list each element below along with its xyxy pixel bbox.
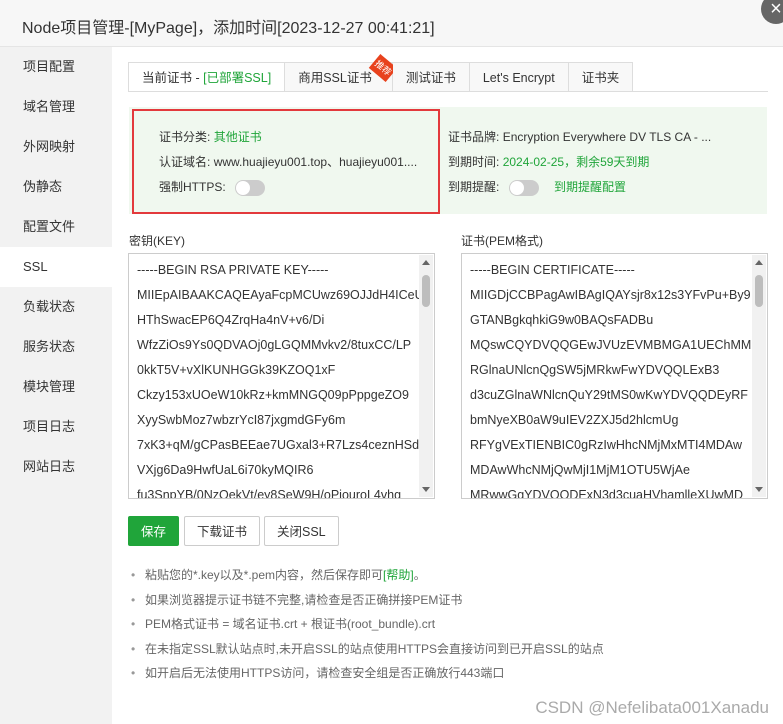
key-line: 7xK3+qM/gCPasBEEae7UGxal3+R7Lzs4ceznHSd: [137, 438, 420, 452]
sidebar-item-modules[interactable]: 模块管理: [0, 367, 112, 407]
cert-brand-row: 证书品牌: Encryption Everywhere DV TLS CA - …: [448, 129, 711, 145]
key-scrollbar[interactable]: [419, 255, 433, 497]
scroll-up-icon[interactable]: [755, 260, 763, 265]
pem-scrollbar[interactable]: [752, 255, 766, 497]
pem-content: -----BEGIN CERTIFICATE----- MIIGDjCCBPag…: [470, 258, 752, 499]
tab-cert-folder[interactable]: 证书夹: [568, 62, 634, 92]
pem-line: RGlnaUNlcnQgSW5jMRkwFwYDVQQLExB3: [470, 363, 720, 377]
domain-value: www.huajieyu001.top、huajieyu001....: [213, 155, 418, 169]
ssl-tabs: 当前证书 - [已部署SSL] 商用SSL证书 推荐 测试证书 Let's En…: [128, 54, 634, 92]
pem-line: MDAwWhcNMjQwMjI1MjM1OTU5WjAe: [470, 463, 690, 477]
sidebar-item-domain[interactable]: 域名管理: [0, 87, 112, 127]
brand-value: Encryption Everywhere DV TLS CA - ...: [502, 130, 712, 144]
pem-line: MRwwGgYDVQQDExN3d3cuaHVhamlleXUwMD: [470, 488, 743, 499]
tab-current-cert[interactable]: 当前证书 - [已部署SSL]: [128, 62, 286, 92]
key-line: 0kkT5V+vXlKUNHGGk39KZOQ1xF: [137, 363, 336, 377]
pem-line: RFYgVExTIENBIC0gRzIwHhcNMjMxMTI4MDAw: [470, 438, 743, 452]
sidebar-item-site-log[interactable]: 网站日志: [0, 447, 112, 487]
pem-line: MQswCQYDVQQGEwJVUzEVMBMGA1UEChMM: [470, 338, 752, 352]
remind-config-link[interactable]: 到期提醒配置: [554, 180, 626, 194]
key-label: 密钥(KEY): [129, 234, 186, 248]
tab-label: 商用SSL证书: [298, 71, 372, 85]
tip-text: 粘贴您的*.key以及*.pem内容，然后保存即可: [145, 568, 384, 582]
close-ssl-button[interactable]: 关闭SSL: [264, 516, 339, 546]
save-button[interactable]: 保存: [128, 516, 180, 546]
sidebar-item-load-status[interactable]: 负载状态: [0, 287, 112, 327]
key-line: XyySwbMoz7wbzrYcI87jxgmdGFy6m: [137, 413, 346, 427]
remind-label: 到期提醒:: [448, 180, 500, 194]
tip-item: 粘贴您的*.key以及*.pem内容，然后保存即可[帮助]。: [130, 563, 604, 588]
key-line: -----BEGIN RSA PRIVATE KEY-----: [137, 263, 329, 277]
key-content: -----BEGIN RSA PRIVATE KEY----- MIIEpAIB…: [137, 258, 424, 499]
key-line: WfzZiOs9Ys0QDVAOj0gLGQMMvkv2/8tuxCC/LP: [137, 338, 412, 352]
cert-category-row: 证书分类: 其他证书: [159, 129, 262, 145]
domain-label: 认证域名:: [159, 155, 211, 169]
pem-line: -----BEGIN CERTIFICATE-----: [470, 263, 635, 277]
tip-item: PEM格式证书 = 域名证书.crt + 根证书(root_bundle).cr…: [130, 612, 604, 637]
sidebar-item-ssl[interactable]: SSL: [0, 247, 112, 287]
tab-commercial-ssl[interactable]: 商用SSL证书 推荐: [285, 54, 398, 92]
pem-line: bmNyeXB0aW9uIEV2ZXJ5d2hlcmUg: [470, 413, 679, 427]
help-link[interactable]: [帮助]: [383, 568, 414, 582]
deployed-status: [已部署SSL]: [203, 71, 272, 85]
scroll-thumb[interactable]: [755, 275, 763, 307]
tab-test-cert[interactable]: 测试证书: [392, 62, 470, 92]
tab-lets-encrypt[interactable]: Let's Encrypt: [469, 62, 569, 92]
tip-item: 在未指定SSL默认站点时,未开启SSL的站点使用HTTPS会直接访问到已开启SS…: [130, 637, 604, 662]
sidebar-item-config-file[interactable]: 配置文件: [0, 207, 112, 247]
tip-item: 如果浏览器提示证书链不完整,请检查是否正确拼接PEM证书: [130, 588, 604, 613]
key-line: VXjg6Da9HwfUaL6i70kyMQIR6: [137, 463, 314, 477]
download-cert-button[interactable]: 下载证书: [184, 516, 261, 546]
tip-item: 如开启后无法使用HTTPS访问，请检查安全组是否正确放行443端口: [130, 661, 604, 686]
tab-label: 当前证书 -: [142, 71, 204, 85]
category-value: 其他证书: [213, 130, 262, 144]
force-https-toggle[interactable]: [235, 179, 266, 196]
cert-domain-row: 认证域名: www.huajieyu001.top、huajieyu001...…: [159, 154, 417, 170]
key-line: Ckzy153xUOeW10kRz+kmMNGQ09pPppgeZO9: [137, 388, 409, 402]
key-line: fu3SnpYB/0NzQekVt/ey8SeW9H/oPiouroL4vhg: [137, 488, 402, 499]
category-label: 证书分类:: [159, 130, 211, 144]
title-bar: Node项目管理-[MyPage]，添加时间[2023-12-27 00:41:…: [0, 0, 783, 47]
tip-tail: 。: [413, 568, 426, 582]
scroll-down-icon[interactable]: [755, 487, 763, 492]
sidebar-item-service-status[interactable]: 服务状态: [0, 327, 112, 367]
pem-textarea[interactable]: -----BEGIN CERTIFICATE----- MIIGDjCCBPag…: [461, 253, 768, 499]
https-label: 强制HTTPS:: [159, 180, 226, 194]
sidebar-item-rewrite[interactable]: 伪静态: [0, 167, 112, 207]
tips-list: 粘贴您的*.key以及*.pem内容，然后保存即可[帮助]。 如果浏览器提示证书…: [130, 563, 604, 686]
sidebar-item-project-log[interactable]: 项目日志: [0, 407, 112, 447]
pem-line: MIIGDjCCBPagAwIBAgIQAYsjr8x12s3YFvPu+By9: [470, 288, 751, 302]
expire-row: 到期时间: 2024-02-25，剩余59天到期: [448, 154, 649, 170]
tab-divider: [128, 91, 768, 92]
expire-remind-row: 到期提醒: 到期提醒配置: [448, 179, 626, 196]
expire-label: 到期时间:: [448, 155, 500, 169]
key-textarea[interactable]: -----BEGIN RSA PRIVATE KEY----- MIIEpAIB…: [128, 253, 435, 499]
sidebar-item-external-mapping[interactable]: 外网映射: [0, 127, 112, 167]
key-line: HThSwacEP6Q4ZrqHa4nV+v6/Di: [137, 313, 325, 327]
expire-remind-toggle[interactable]: [508, 179, 539, 196]
pem-label: 证书(PEM格式): [461, 234, 543, 248]
close-icon[interactable]: ×: [761, 0, 783, 24]
watermark: CSDN @Nefelibata001Xanadu: [535, 698, 769, 717]
scroll-thumb[interactable]: [422, 275, 430, 307]
pem-line: GTANBgkqhkiG9w0BAQsFADBu: [470, 313, 654, 327]
force-https-row: 强制HTTPS:: [159, 179, 266, 196]
key-line: MIIEpAIBAAKCAQEAyaFcpMCUwz69OJJdH4ICeU: [137, 288, 424, 302]
sidebar: 项目配置 域名管理 外网映射 伪静态 配置文件 SSL 负载状态 服务状态 模块…: [0, 47, 112, 724]
brand-label: 证书品牌:: [448, 130, 500, 144]
expire-value: 2024-02-25，剩余59天到期: [502, 155, 650, 169]
scroll-up-icon[interactable]: [422, 260, 430, 265]
pem-line: d3cuZGlnaWNlcnQuY29tMS0wKwYDVQQDEyRF: [470, 388, 748, 402]
sidebar-item-project-config[interactable]: 项目配置: [0, 47, 112, 87]
window-title: Node项目管理-[MyPage]，添加时间[2023-12-27 00:41:…: [22, 20, 435, 37]
scroll-down-icon[interactable]: [422, 487, 430, 492]
